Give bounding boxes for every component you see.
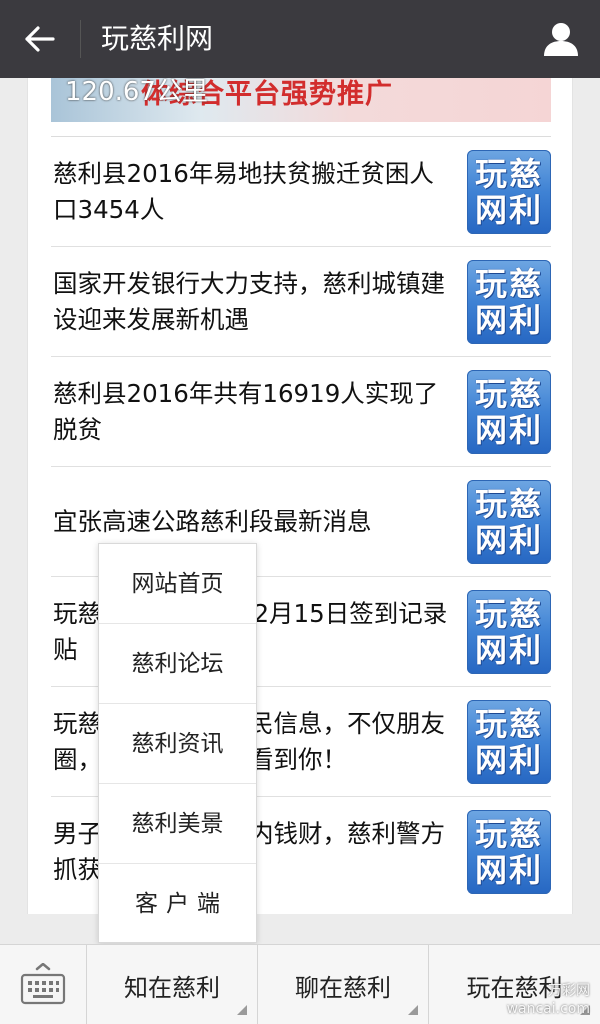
news-title: 国家开发银行大力支持，慈利城镇建设迎来发展新机遇 bbox=[53, 268, 445, 334]
popup-menu: 网站首页 慈利论坛 慈利资讯 慈利美景 客户端 bbox=[98, 543, 257, 943]
menu-item-home[interactable]: 网站首页 bbox=[99, 544, 256, 624]
page-title: 玩慈利网 bbox=[101, 22, 214, 55]
thumb-text: 玩慈 bbox=[474, 155, 543, 193]
user-icon bbox=[544, 23, 578, 56]
submenu-indicator-icon bbox=[237, 1005, 247, 1015]
news-thumbnail: 玩慈 网利 bbox=[467, 150, 551, 234]
watermark-line: wancai.com bbox=[506, 1001, 590, 1017]
banner-image[interactable]: 体综合平台强势推广 120.67公里 bbox=[51, 78, 551, 122]
news-thumbnail: 玩慈 网利 bbox=[467, 590, 551, 674]
header-divider bbox=[80, 20, 81, 58]
menu-item-client[interactable]: 客户端 bbox=[99, 864, 256, 944]
thumb-text: 网利 bbox=[474, 851, 543, 889]
thumb-text: 网利 bbox=[474, 631, 543, 669]
thumb-text: 网利 bbox=[474, 411, 543, 449]
thumb-text: 网利 bbox=[474, 191, 543, 229]
thumb-text: 玩慈 bbox=[474, 375, 543, 413]
thumb-text: 网利 bbox=[474, 521, 543, 559]
news-title: 慈利县2016年共有16919人实现了脱贫 bbox=[53, 378, 439, 444]
bottom-menu-button-2[interactable]: 聊在慈利 bbox=[258, 945, 429, 1024]
thumb-text: 玩慈 bbox=[474, 705, 543, 743]
bottom-menu-label: 知在慈利 bbox=[124, 973, 220, 1002]
thumb-text: 网利 bbox=[474, 741, 543, 779]
watermark-line: 万彩网 bbox=[548, 983, 590, 999]
submenu-indicator-icon bbox=[408, 1005, 418, 1015]
user-button[interactable] bbox=[536, 14, 586, 64]
watermark: 万彩网 wancai.com bbox=[507, 982, 590, 1018]
menu-item-forum[interactable]: 慈利论坛 bbox=[99, 624, 256, 704]
list-item[interactable]: 国家开发银行大力支持，慈利城镇建设迎来发展新机遇 玩慈 网利 bbox=[51, 247, 551, 357]
menu-item-news[interactable]: 慈利资讯 bbox=[99, 704, 256, 784]
thumb-text: 玩慈 bbox=[474, 595, 543, 633]
news-thumbnail: 玩慈 网利 bbox=[467, 700, 551, 784]
list-item[interactable]: 慈利县2016年共有16919人实现了脱贫 玩慈 网利 bbox=[51, 357, 551, 467]
thumb-text: 玩慈 bbox=[474, 265, 543, 303]
keyboard-icon bbox=[20, 963, 66, 1005]
bottom-menu-label: 聊在慈利 bbox=[295, 973, 391, 1002]
news-thumbnail: 玩慈 网利 bbox=[467, 370, 551, 454]
thumb-text: 玩慈 bbox=[474, 485, 543, 523]
top-bar: 玩慈利网 bbox=[0, 0, 600, 78]
thumb-text: 网利 bbox=[474, 301, 543, 339]
news-thumbnail: 玩慈 网利 bbox=[467, 480, 551, 564]
list-item[interactable]: 慈利县2016年易地扶贫搬迁贫困人口3454人 玩慈 网利 bbox=[51, 137, 551, 247]
news-thumbnail: 玩慈 网利 bbox=[467, 260, 551, 344]
keyboard-toggle-button[interactable] bbox=[0, 945, 87, 1024]
bottom-menu-button-1[interactable]: 知在慈利 bbox=[87, 945, 258, 1024]
thumb-text: 玩慈 bbox=[474, 815, 543, 853]
banner-distance: 120.67公里 bbox=[65, 78, 208, 107]
news-thumbnail: 玩慈 网利 bbox=[467, 810, 551, 894]
news-title: 慈利县2016年易地扶贫搬迁贫困人口3454人 bbox=[53, 158, 434, 224]
menu-item-scenery[interactable]: 慈利美景 bbox=[99, 784, 256, 864]
back-button[interactable] bbox=[0, 0, 80, 78]
arrow-left-icon bbox=[25, 26, 55, 52]
